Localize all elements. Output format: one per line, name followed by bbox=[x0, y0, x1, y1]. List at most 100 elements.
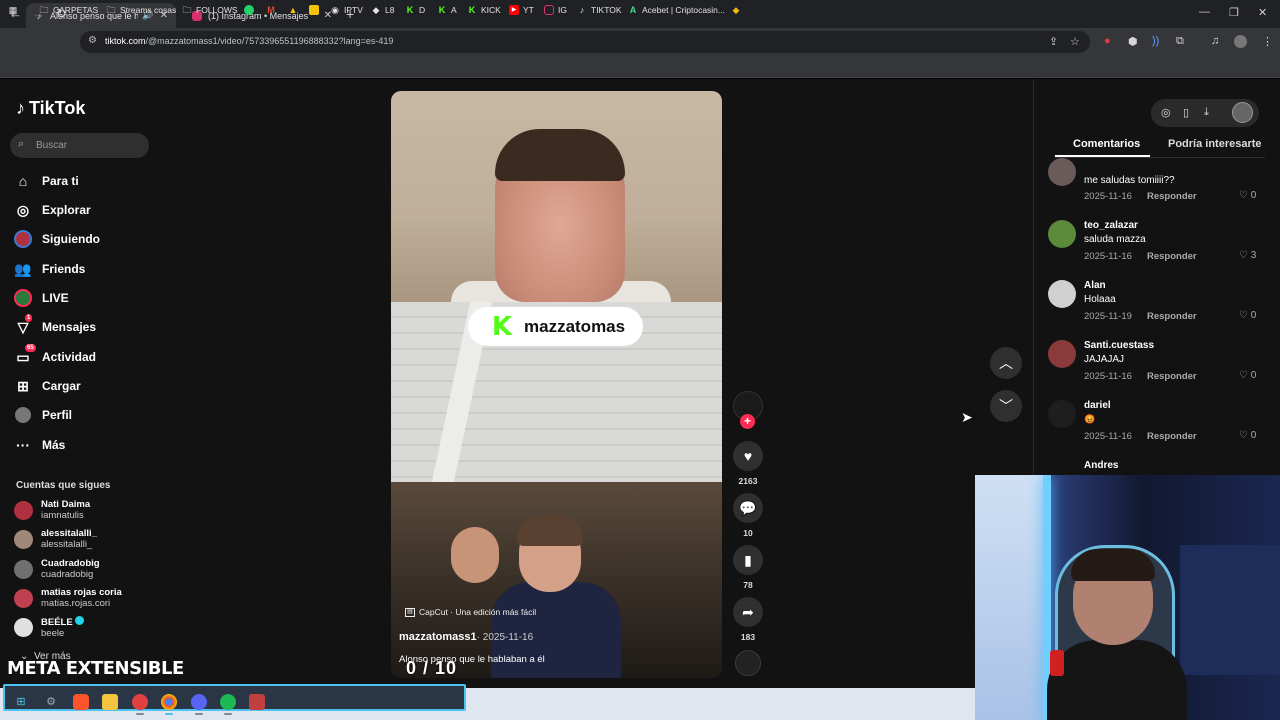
nav-mensajes[interactable]: ▽ 1 Mensajes bbox=[14, 314, 96, 336]
bookmark-follows[interactable]: 🗀 FOLLOWS bbox=[182, 5, 237, 15]
bookmark-yt[interactable]: ▶ YT bbox=[509, 5, 534, 15]
bookmark-l8[interactable]: ◆ L8 bbox=[371, 5, 395, 15]
user-avatar[interactable] bbox=[1232, 102, 1253, 123]
apps-grid-icon[interactable]: ▦ bbox=[8, 5, 22, 15]
followed-account[interactable]: Cuadradobig cuadradobig bbox=[14, 558, 100, 580]
comment-like-button[interactable]: ♡ 3 bbox=[1239, 250, 1256, 261]
bookmark-kick[interactable]: K KICK bbox=[467, 5, 501, 15]
followed-account[interactable]: matias rojas coria matias.rojas.cori bbox=[14, 587, 122, 609]
previous-video-button[interactable]: ︿ bbox=[990, 347, 1022, 379]
profile-avatar-icon[interactable] bbox=[1234, 35, 1247, 48]
reply-button[interactable]: Responder bbox=[1147, 191, 1197, 202]
nav-perfil[interactable]: Perfil bbox=[14, 406, 72, 424]
extension-red-icon[interactable]: ● bbox=[1104, 35, 1111, 47]
comment-text: saluda mazza bbox=[1084, 234, 1146, 245]
comment-like-button[interactable]: ♡ 0 bbox=[1239, 310, 1256, 321]
menu-kebab-icon[interactable]: ⋮ bbox=[1262, 35, 1273, 48]
nav-friends[interactable]: 👥 Friends bbox=[14, 260, 85, 278]
comment-username[interactable]: Santi.cuestass bbox=[1084, 340, 1154, 351]
like-button[interactable]: ♥ 2163 bbox=[733, 441, 763, 486]
chrome-icon[interactable] bbox=[161, 694, 177, 710]
bookmark-iptv[interactable]: ◉ IPTV bbox=[330, 5, 363, 15]
music-disc-icon[interactable] bbox=[735, 650, 761, 676]
comment-like-button[interactable]: ♡ 0 bbox=[1239, 430, 1256, 441]
avatar[interactable] bbox=[1048, 280, 1076, 308]
drive-bookmark-icon[interactable]: ▲ bbox=[288, 5, 302, 15]
nav-siguiendo[interactable]: Siguiendo bbox=[14, 230, 100, 248]
follow-plus-button[interactable]: + bbox=[740, 414, 755, 429]
nav-explorar[interactable]: ◎ Explorar bbox=[14, 201, 91, 219]
video-author[interactable]: mazzatomass1· 2025-11-16 bbox=[399, 631, 533, 643]
avatar[interactable] bbox=[1048, 158, 1076, 186]
nav-actividad[interactable]: ▭ 65 Actividad bbox=[14, 344, 96, 366]
share-button[interactable]: ➦ 183 bbox=[733, 597, 763, 642]
whatsapp-bookmark-icon[interactable] bbox=[244, 5, 258, 15]
comment-username[interactable]: Alan bbox=[1084, 280, 1106, 291]
minimize-icon[interactable]: — bbox=[1199, 6, 1210, 18]
nav-label: Más bbox=[42, 438, 66, 452]
reply-button[interactable]: Responder bbox=[1147, 311, 1197, 322]
nav-para-ti[interactable]: ⌂ Para ti bbox=[14, 172, 79, 190]
extensions-puzzle-icon[interactable]: ⧉ bbox=[1176, 35, 1184, 48]
comment-username[interactable]: teo_zalazar bbox=[1084, 220, 1138, 231]
reply-button[interactable]: Responder bbox=[1147, 251, 1197, 262]
reply-button[interactable]: Responder bbox=[1147, 431, 1197, 442]
search-box[interactable]: ⌕ bbox=[10, 133, 149, 158]
bookmark-ig[interactable]: IG bbox=[544, 5, 567, 15]
comment-button[interactable]: 💬 10 bbox=[733, 493, 763, 538]
search-input[interactable] bbox=[36, 136, 141, 155]
app-red-icon[interactable] bbox=[132, 694, 148, 710]
followed-account[interactable]: alessitalalli_ alessitalalli_ bbox=[14, 528, 97, 550]
comment-like-button[interactable]: ♡ 0 bbox=[1239, 370, 1256, 381]
discord-icon[interactable] bbox=[191, 694, 207, 710]
next-video-button[interactable]: ﹀ bbox=[990, 390, 1022, 422]
nav-live[interactable]: LIVE bbox=[14, 289, 69, 307]
app-tile-icon[interactable] bbox=[249, 694, 265, 710]
tab-podria-interesarte[interactable]: Podría interesarte bbox=[1168, 138, 1262, 150]
restore-icon[interactable]: ❐ bbox=[1229, 6, 1239, 19]
nav-cargar[interactable]: ⊞ Cargar bbox=[14, 377, 81, 395]
file-explorer-icon[interactable] bbox=[102, 694, 118, 710]
avatar[interactable] bbox=[1048, 220, 1076, 248]
windows-start-icon[interactable]: ⊞ bbox=[13, 694, 29, 710]
reply-button[interactable]: Responder bbox=[1147, 371, 1197, 382]
comment-like-button[interactable]: ♡ 0 bbox=[1239, 190, 1256, 201]
comment-username[interactable]: dariel bbox=[1084, 400, 1111, 411]
coins-icon[interactable]: ◎ bbox=[1161, 106, 1171, 119]
bookmark-d[interactable]: KD bbox=[405, 5, 425, 15]
followed-account[interactable]: BEÉLE beele bbox=[14, 616, 85, 639]
save-button[interactable]: ▮ 78 bbox=[733, 545, 763, 590]
download-icon[interactable]: ⤓ bbox=[1204, 106, 1209, 119]
mobile-app-icon[interactable]: ▯ bbox=[1183, 106, 1189, 119]
tiktok-logo[interactable]: ♪ TikTok bbox=[16, 98, 85, 119]
spotify-icon[interactable] bbox=[220, 694, 236, 710]
media-control-icon[interactable]: ♫ bbox=[1211, 35, 1219, 47]
extension-shield-icon[interactable]: ⬢ bbox=[1128, 35, 1138, 48]
extension-audio-icon[interactable]: )) bbox=[1152, 35, 1159, 47]
video-player[interactable]: K mazzatomas ▤ CapCut · Una edición más … bbox=[391, 91, 722, 678]
bookmark-tiktok[interactable]: ♪ TIKTOK bbox=[577, 5, 622, 15]
keep-bookmark-icon[interactable] bbox=[309, 5, 323, 15]
bookmark-star-icon[interactable]: ☆ bbox=[1070, 35, 1080, 48]
running-indicator bbox=[195, 713, 203, 715]
url-text[interactable]: tiktok.com/@mazzatomass1/video/757339655… bbox=[105, 36, 393, 46]
close-window-icon[interactable]: ✕ bbox=[1258, 6, 1267, 19]
crypto-bookmark-icon[interactable]: ◆ bbox=[731, 5, 745, 15]
bookmark-streams[interactable]: 🗀 Streams cosas bbox=[106, 5, 176, 15]
nav-mas[interactable]: ··· Más bbox=[14, 436, 65, 454]
install-app-icon[interactable]: ⇪ bbox=[1049, 35, 1058, 48]
avatar[interactable] bbox=[1048, 400, 1076, 428]
brave-browser-icon[interactable] bbox=[73, 694, 89, 710]
avatar[interactable] bbox=[1048, 340, 1076, 368]
bookmark-acebet[interactable]: A Acebet | Criptocasin... bbox=[628, 5, 725, 15]
bookmark-a[interactable]: KA bbox=[437, 5, 457, 15]
address-bar[interactable]: ⚙ tiktok.com/@mazzatomass1/video/7573396… bbox=[80, 31, 1090, 53]
capcut-label[interactable]: ▤ CapCut · Una edición más fácil bbox=[405, 607, 536, 617]
bookmark-carpetas[interactable]: 🗀 CARPETAS bbox=[39, 5, 98, 15]
tab-comentarios[interactable]: Comentarios bbox=[1073, 138, 1140, 150]
settings-gear-icon[interactable]: ⚙ bbox=[43, 694, 59, 710]
gmail-bookmark-icon[interactable]: M bbox=[266, 5, 280, 15]
followed-account[interactable]: Nati Daima iamnatulis bbox=[14, 499, 90, 521]
comment-username[interactable]: Andres bbox=[1084, 460, 1118, 471]
site-info-icon[interactable]: ⚙ bbox=[88, 35, 97, 46]
